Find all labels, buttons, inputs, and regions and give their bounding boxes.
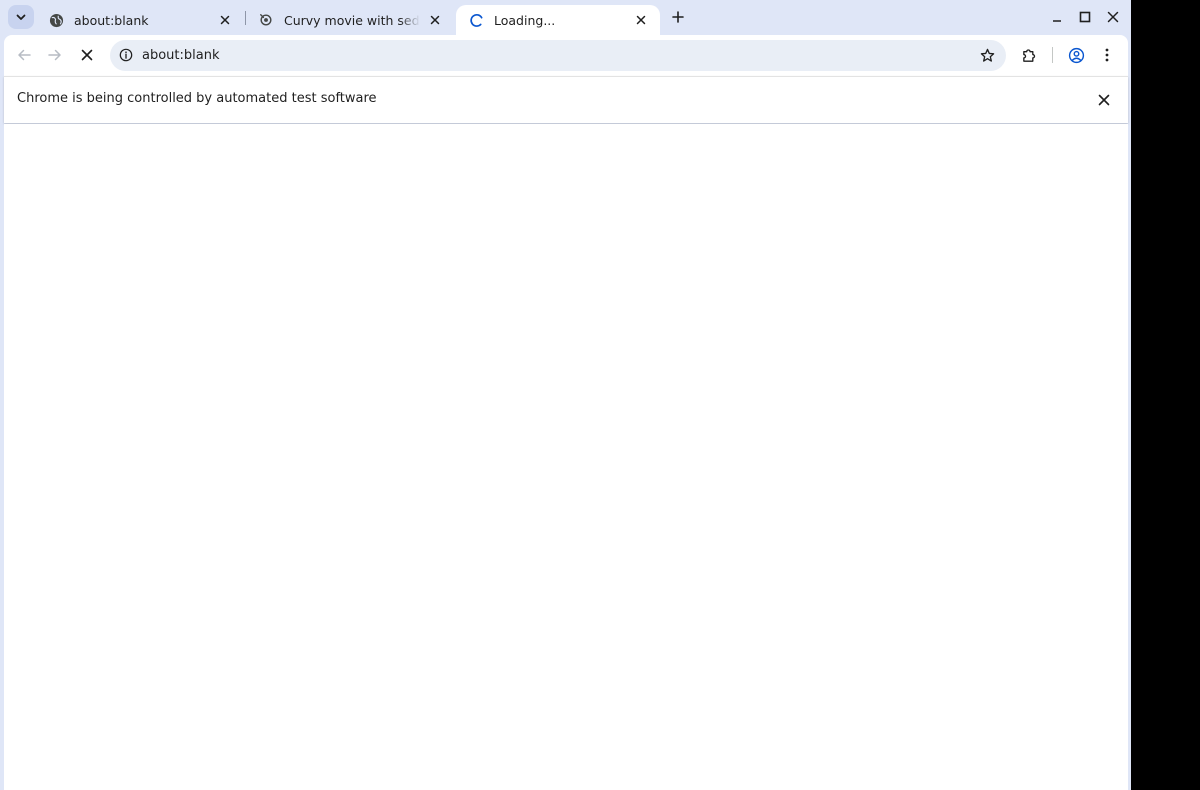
arrow-left-icon (18, 49, 31, 61)
tab-loading[interactable]: Loading... (456, 5, 660, 35)
puzzle-icon (1022, 48, 1035, 62)
minimize-icon (1053, 20, 1061, 22)
browser-window: about:blank Curvy movie with seductive (0, 0, 1131, 790)
more-vert-icon (1105, 48, 1109, 62)
maximize-icon (1079, 11, 1091, 23)
tab-close-button[interactable] (216, 11, 234, 29)
new-tab-button[interactable] (667, 6, 689, 28)
browser-toolbar: about:blank (4, 35, 1128, 76)
address-bar-url[interactable]: about:blank (142, 47, 220, 64)
address-bar[interactable]: about:blank (110, 40, 1006, 71)
arrow-right-icon (48, 49, 61, 61)
close-icon (636, 15, 646, 25)
tab-search-button[interactable] (8, 5, 34, 29)
tab-close-button[interactable] (632, 11, 650, 29)
loading-spinner-icon (468, 12, 484, 28)
tab-title: Loading... (494, 12, 556, 28)
site-info-button[interactable] (118, 47, 134, 63)
bookmark-button[interactable] (978, 46, 996, 64)
info-icon (119, 48, 133, 62)
site-favicon-icon (258, 12, 274, 28)
automation-infobar: Chrome is being controlled by automated … (4, 76, 1128, 123)
tab-about-blank[interactable]: about:blank (36, 5, 244, 35)
tab-curvy-movie[interactable]: Curvy movie with seductive (246, 5, 454, 35)
menu-button[interactable] (1095, 43, 1119, 67)
close-icon (220, 15, 230, 25)
infobar-close-button[interactable] (1094, 90, 1114, 110)
close-icon (430, 15, 440, 25)
stop-loading-button[interactable] (75, 43, 99, 67)
tab-title: Curvy movie with seductive (284, 12, 420, 28)
close-icon (1107, 11, 1119, 23)
tab-title: about:blank (74, 12, 149, 28)
close-icon (81, 49, 93, 61)
plus-icon (672, 11, 684, 23)
toolbar-divider (1052, 47, 1053, 63)
maximize-button[interactable] (1076, 8, 1094, 26)
tab-strip: about:blank Curvy movie with seductive (0, 0, 1131, 35)
profile-button[interactable] (1064, 43, 1088, 67)
extensions-button[interactable] (1017, 43, 1041, 67)
star-icon (980, 48, 994, 62)
minimize-button[interactable] (1048, 8, 1066, 26)
page-content[interactable] (4, 124, 1128, 790)
tab-close-button[interactable] (426, 11, 444, 29)
account-icon (1068, 47, 1084, 63)
infobar-message: Chrome is being controlled by automated … (17, 91, 377, 106)
forward-button[interactable] (43, 43, 67, 67)
chevron-down-icon (16, 14, 26, 20)
close-icon (1098, 94, 1110, 106)
back-button[interactable] (12, 43, 36, 67)
close-window-button[interactable] (1104, 8, 1122, 26)
globe-icon (48, 12, 64, 28)
